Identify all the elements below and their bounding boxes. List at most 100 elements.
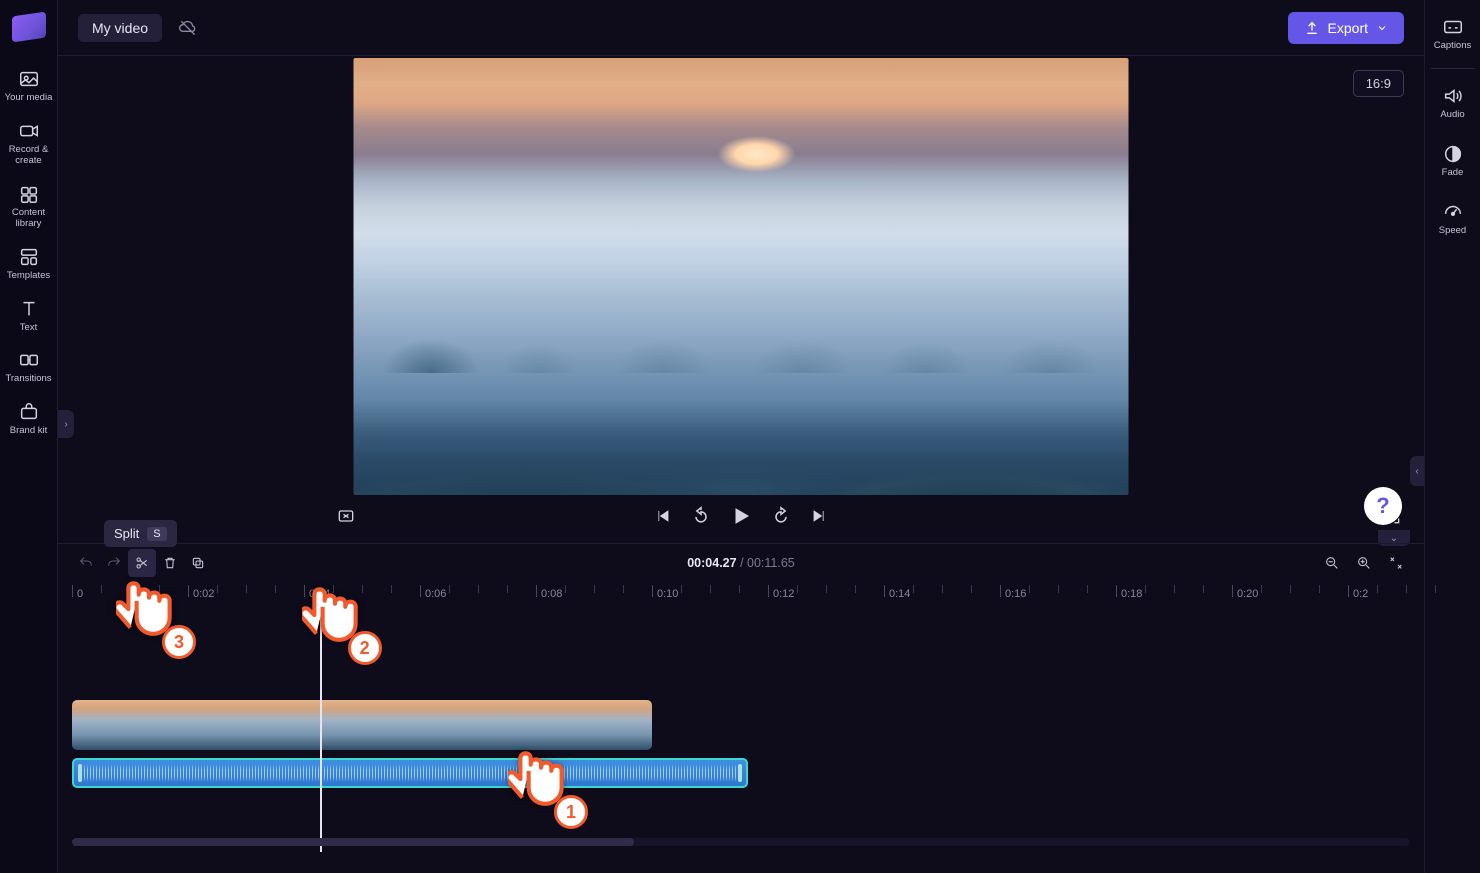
sidebar-item-speed[interactable]: Speed bbox=[1425, 193, 1480, 245]
sidebar-item-label: Brand kit bbox=[10, 426, 48, 437]
ruler-label: 0:14 bbox=[889, 588, 910, 600]
audio-icon bbox=[1442, 85, 1464, 107]
export-button[interactable]: Export bbox=[1288, 12, 1404, 44]
split-tooltip: Split S bbox=[104, 520, 177, 547]
rewind-button[interactable] bbox=[691, 506, 711, 531]
timeline-ruler[interactable]: 0 0:02 0:04 0:06 0:08 0:10 0:12 0:14 0:16 0:18 0:2… bbox=[58, 582, 1424, 612]
sidebar-item-captions[interactable]: Captions bbox=[1425, 8, 1480, 60]
sidebar-item-content-library[interactable]: Content library bbox=[1, 175, 57, 238]
skip-start-icon bbox=[653, 506, 673, 526]
sidebar-item-transitions[interactable]: Transitions bbox=[1, 341, 57, 393]
left-sidebar: Your media Record & create Content libra… bbox=[0, 0, 58, 873]
sidebar-item-brand-kit[interactable]: Brand kit bbox=[1, 393, 57, 445]
sidebar-item-label: Speed bbox=[1439, 226, 1466, 237]
split-button[interactable] bbox=[128, 549, 156, 577]
app-logo bbox=[12, 12, 46, 43]
ruler-label: 0:12 bbox=[773, 588, 794, 600]
forward-icon bbox=[771, 506, 791, 526]
playhead[interactable] bbox=[320, 612, 322, 852]
undo-icon bbox=[78, 555, 94, 571]
tooltip-label: Split bbox=[114, 526, 139, 541]
redo-button[interactable] bbox=[100, 549, 128, 577]
video-clip[interactable] bbox=[72, 700, 652, 750]
aspect-ratio-button[interactable]: 16:9 bbox=[1353, 70, 1404, 97]
duplicate-button[interactable] bbox=[184, 549, 212, 577]
speed-icon bbox=[1442, 201, 1464, 223]
split-icon bbox=[134, 555, 150, 571]
sidebar-item-fade[interactable]: Fade bbox=[1425, 135, 1480, 187]
redo-icon bbox=[106, 555, 122, 571]
duplicate-icon bbox=[190, 555, 206, 571]
sidebar-item-label: Record & create bbox=[1, 145, 57, 167]
sidebar-item-templates[interactable]: Templates bbox=[1, 238, 57, 290]
preview-area: 16:9 ‹ bbox=[58, 56, 1424, 543]
skip-start-button[interactable] bbox=[653, 506, 673, 531]
zoom-out-icon bbox=[1324, 555, 1340, 571]
ruler-label: 0:02 bbox=[193, 588, 214, 600]
sidebar-item-audio[interactable]: Audio bbox=[1425, 77, 1480, 129]
sidebar-item-label: Captions bbox=[1434, 41, 1472, 52]
rewind-icon bbox=[691, 506, 711, 526]
export-label: Export bbox=[1328, 20, 1368, 36]
ruler-label: 0 bbox=[77, 588, 83, 600]
project-title[interactable]: My video bbox=[78, 14, 162, 42]
ruler-label: 0:06 bbox=[425, 588, 446, 600]
preview-delete-button[interactable] bbox=[336, 506, 356, 531]
undo-button[interactable] bbox=[72, 549, 100, 577]
transitions-icon bbox=[18, 349, 40, 371]
sidebar-item-label: Audio bbox=[1440, 110, 1464, 121]
right-sidebar: Captions Audio Fade Speed bbox=[1424, 0, 1480, 873]
skip-end-icon bbox=[809, 506, 829, 526]
delete-button[interactable] bbox=[156, 549, 184, 577]
fit-icon bbox=[1388, 555, 1404, 571]
sidebar-item-record-create[interactable]: Record & create bbox=[1, 112, 57, 175]
ruler-label: 0:10 bbox=[657, 588, 678, 600]
play-icon bbox=[729, 504, 753, 528]
help-button[interactable]: ? bbox=[1364, 487, 1402, 525]
brand-kit-icon bbox=[18, 401, 40, 423]
total-duration: 00:11.65 bbox=[747, 556, 795, 570]
upload-icon bbox=[1304, 20, 1320, 36]
fit-button[interactable] bbox=[1382, 549, 1410, 577]
ruler-label: 0:04 bbox=[309, 588, 330, 600]
ruler-label: 0:16 bbox=[1005, 588, 1026, 600]
timeline-tracks[interactable] bbox=[58, 612, 1424, 852]
skip-end-button[interactable] bbox=[809, 506, 829, 531]
play-button[interactable] bbox=[729, 504, 753, 533]
camera-icon bbox=[18, 120, 40, 142]
help-icon: ? bbox=[1376, 493, 1389, 519]
zoom-out-button[interactable] bbox=[1318, 549, 1346, 577]
captions-icon bbox=[1442, 16, 1464, 38]
timeline-scrollbar[interactable] bbox=[72, 838, 1410, 846]
sidebar-item-label: Templates bbox=[7, 271, 50, 282]
audio-clip[interactable] bbox=[72, 758, 748, 788]
sidebar-item-your-media[interactable]: Your media bbox=[1, 60, 57, 112]
forward-button[interactable] bbox=[771, 506, 791, 531]
preview-delete-icon bbox=[336, 506, 356, 526]
fade-icon bbox=[1442, 143, 1464, 165]
chevron-down-icon bbox=[1376, 22, 1388, 34]
current-time: 00:04.27 bbox=[687, 556, 736, 570]
library-icon bbox=[18, 183, 40, 205]
timeline-area: Split S 00:04.27 / 00:11.65 00:020:040:0… bbox=[58, 543, 1424, 873]
sidebar-item-label: Transitions bbox=[5, 374, 51, 385]
collapse-right-panel-button[interactable]: ‹ bbox=[1410, 456, 1424, 486]
templates-icon bbox=[18, 246, 40, 268]
scrollbar-thumb[interactable] bbox=[72, 838, 634, 846]
zoom-in-button[interactable] bbox=[1350, 549, 1378, 577]
ruler-label: 0:2 bbox=[1353, 588, 1368, 600]
topbar: My video Export bbox=[58, 0, 1424, 56]
timeline-time: 00:04.27 / 00:11.65 bbox=[687, 556, 795, 570]
ruler-label: 0:18 bbox=[1121, 588, 1142, 600]
sidebar-item-text[interactable]: Text bbox=[1, 290, 57, 342]
sidebar-item-label: Text bbox=[20, 323, 37, 334]
sidebar-item-label: Fade bbox=[1442, 168, 1464, 179]
ruler-label: 0:20 bbox=[1237, 588, 1258, 600]
zoom-in-icon bbox=[1356, 555, 1372, 571]
sidebar-item-label: Your media bbox=[5, 93, 53, 104]
audio-waveform bbox=[84, 764, 736, 782]
tooltip-key: S bbox=[147, 527, 166, 541]
video-preview[interactable] bbox=[354, 58, 1129, 495]
text-icon bbox=[18, 298, 40, 320]
ruler-label: 0:08 bbox=[541, 588, 562, 600]
